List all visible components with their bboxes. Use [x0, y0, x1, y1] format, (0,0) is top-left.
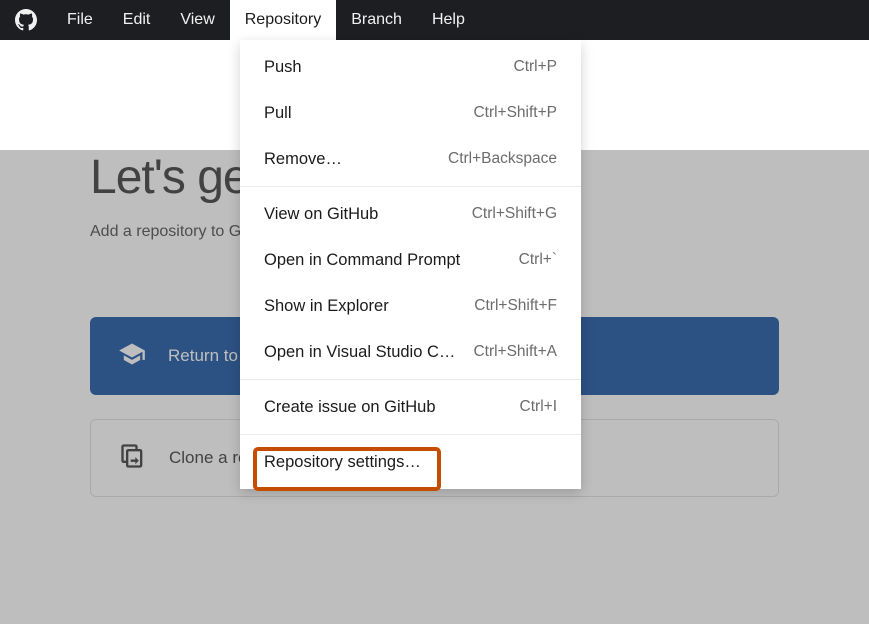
dropdown-item-shortcut: Ctrl+Shift+P	[473, 104, 557, 122]
menu-edit[interactable]: Edit	[108, 0, 166, 40]
dropdown-item-shortcut: Ctrl+P	[514, 58, 558, 76]
menu-branch[interactable]: Branch	[336, 0, 417, 40]
menu-view[interactable]: View	[165, 0, 229, 40]
dropdown-item-shortcut: Ctrl+I	[520, 398, 557, 416]
dropdown-item-label: Pull	[264, 104, 292, 123]
dropdown-item-shortcut: Ctrl+`	[519, 251, 557, 269]
dropdown-item-label: Create issue on GitHub	[264, 398, 436, 417]
dropdown-separator	[240, 434, 581, 435]
dropdown-item-view-github[interactable]: View on GitHub Ctrl+Shift+G	[240, 191, 581, 237]
menu-file[interactable]: File	[52, 0, 108, 40]
repository-dropdown: Push Ctrl+P Pull Ctrl+Shift+P Remove… Ct…	[240, 40, 581, 489]
menu-help[interactable]: Help	[417, 0, 480, 40]
github-logo-icon	[14, 8, 38, 32]
dropdown-item-pull[interactable]: Pull Ctrl+Shift+P	[240, 90, 581, 136]
dropdown-separator	[240, 379, 581, 380]
dropdown-item-remove[interactable]: Remove… Ctrl+Backspace	[240, 136, 581, 182]
dropdown-item-label: Open in Command Prompt	[264, 251, 460, 270]
dropdown-item-push[interactable]: Push Ctrl+P	[240, 44, 581, 90]
dropdown-item-open-cmd[interactable]: Open in Command Prompt Ctrl+`	[240, 237, 581, 283]
dropdown-item-create-issue[interactable]: Create issue on GitHub Ctrl+I	[240, 384, 581, 430]
dropdown-item-label: Push	[264, 58, 302, 77]
dropdown-item-repository-settings[interactable]: Repository settings…	[240, 439, 581, 485]
menubar: File Edit View Repository Branch Help	[0, 0, 869, 40]
dropdown-item-label: Remove…	[264, 150, 342, 169]
menu-repository[interactable]: Repository	[230, 0, 336, 40]
dropdown-item-label: Repository settings…	[264, 453, 421, 472]
dropdown-item-label: Show in Explorer	[264, 297, 389, 316]
dropdown-item-show-explorer[interactable]: Show in Explorer Ctrl+Shift+F	[240, 283, 581, 329]
dropdown-separator	[240, 186, 581, 187]
dropdown-item-label: Open in Visual Studio Code	[264, 343, 464, 362]
dropdown-item-shortcut: Ctrl+Shift+F	[474, 297, 557, 315]
dropdown-item-shortcut: Ctrl+Shift+A	[473, 343, 557, 361]
dropdown-item-shortcut: Ctrl+Backspace	[448, 150, 557, 168]
dropdown-item-shortcut: Ctrl+Shift+G	[472, 205, 557, 223]
dropdown-item-label: View on GitHub	[264, 205, 378, 224]
dropdown-item-open-vscode[interactable]: Open in Visual Studio Code Ctrl+Shift+A	[240, 329, 581, 375]
